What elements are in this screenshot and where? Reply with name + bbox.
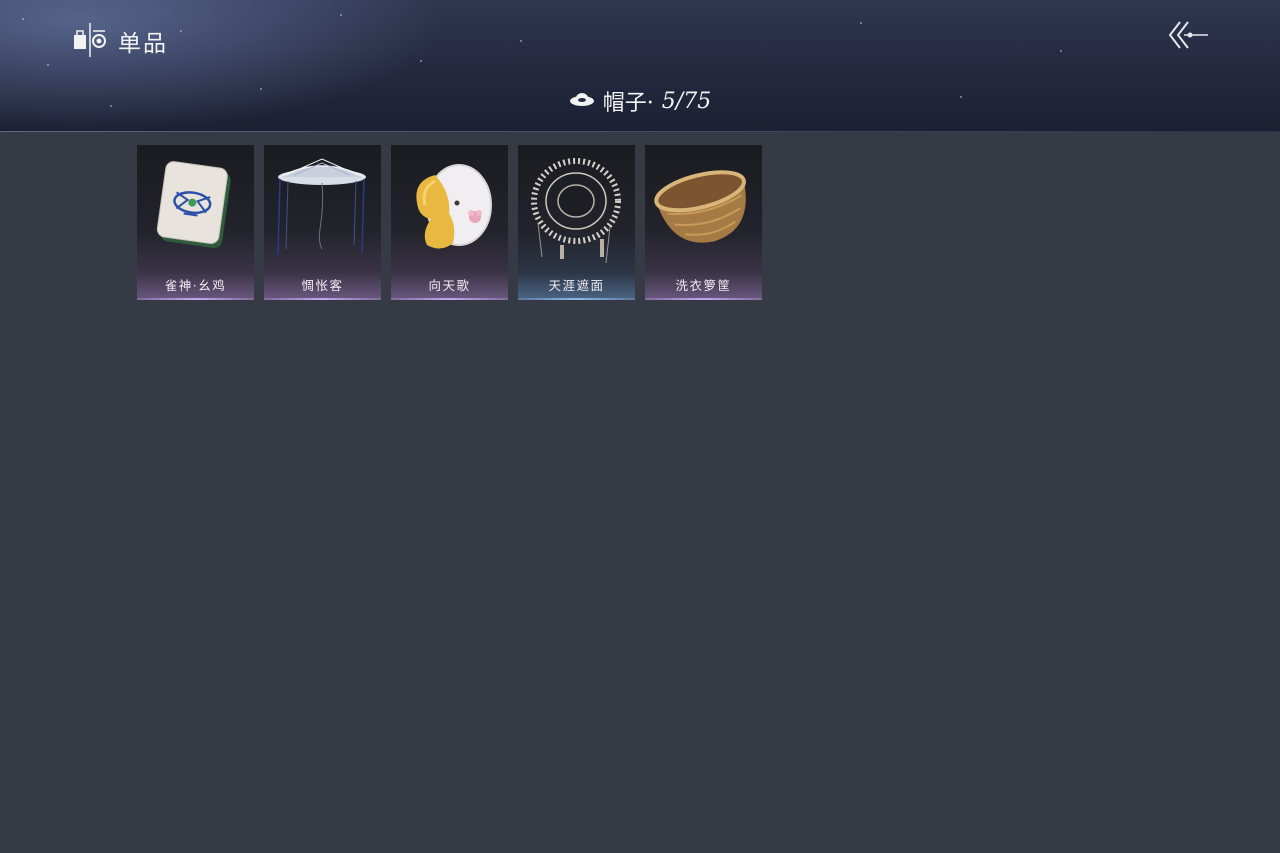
item-name: 雀神·幺鸡 [164,278,227,293]
rarity-bar [264,298,381,300]
back-button[interactable] [1166,18,1212,52]
item-card-frame-veil[interactable]: 天涯遮面 [518,145,635,300]
category-count: 5/75 [661,88,712,114]
item-name: 惆怅客 [301,278,344,293]
veiled-bamboo-hat-icon [277,158,366,256]
goose-hood-hat-icon [416,164,492,249]
rarity-bar [137,298,254,300]
category-header: 帽子· 5/75 [0,84,1280,118]
double-chevron-back-icon [1168,21,1208,49]
mahjong-tile-hat-icon [156,161,231,249]
item-card-goose-hood[interactable]: 向天歌 [391,145,508,300]
wardrobe-icon [74,21,108,61]
top-bar: 单品 帽子· 5/75 [0,0,1280,132]
wicker-basket-hat-icon [654,170,746,243]
hat-icon [569,91,595,111]
item-card-wicker-basket[interactable]: 洗衣箩筐 [645,145,762,300]
item-card-veil-hat[interactable]: 惆怅客 [264,145,381,300]
page-title: 单品 [74,22,168,60]
category-label: 帽子· [602,91,654,116]
item-name: 天涯遮面 [548,278,605,293]
frame-veil-hat-icon [531,158,621,264]
item-name: 向天歌 [428,278,471,293]
item-card-mahjong[interactable]: 雀神·幺鸡 [137,145,254,300]
item-name: 洗衣箩筐 [675,278,732,293]
rarity-bar [518,298,635,300]
rarity-bar [645,298,762,300]
rarity-bar [391,298,508,300]
item-grid: 雀神·幺鸡 惆怅客 向天歌 天涯遮面 洗衣箩筐 [137,145,762,300]
page-title-label: 单品 [118,31,168,57]
